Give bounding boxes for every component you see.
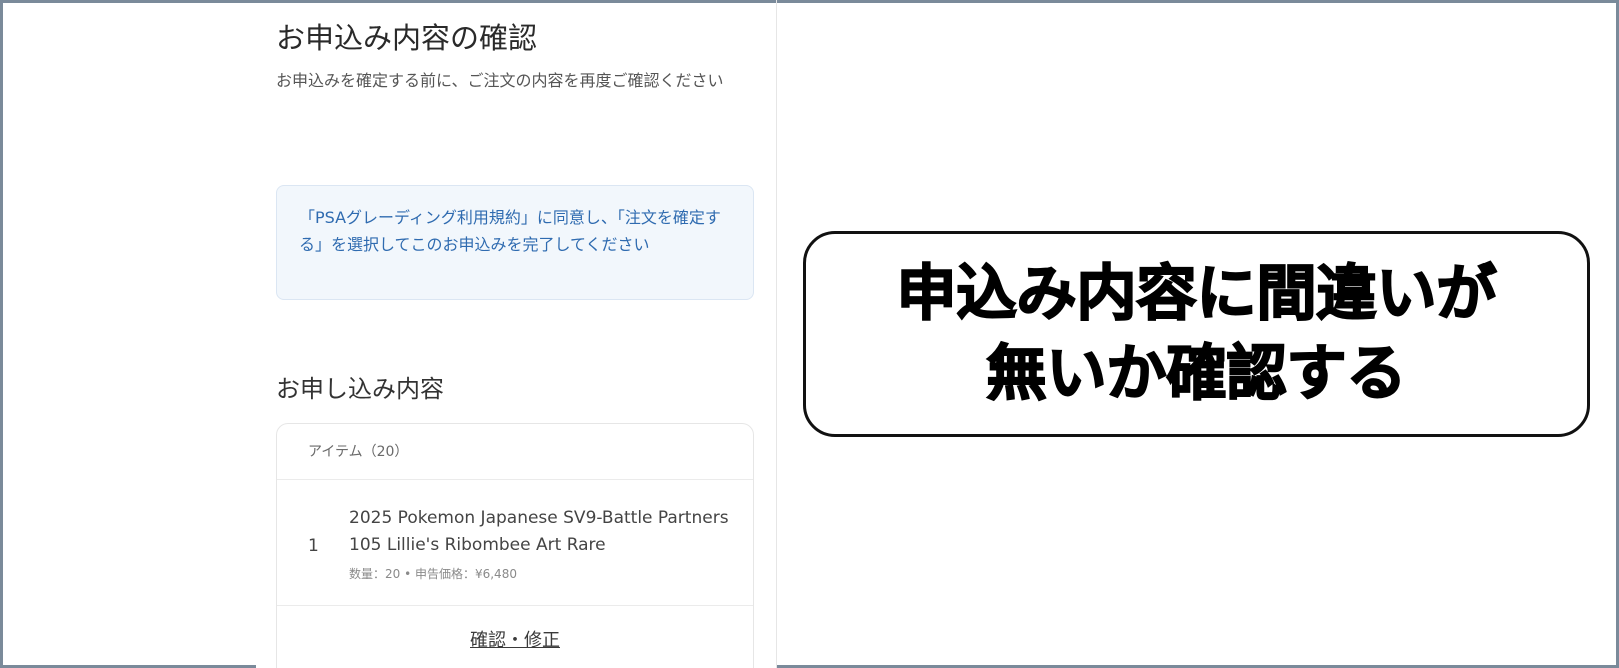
- items-header: アイテム（20）: [277, 424, 753, 480]
- item-index: 1: [308, 536, 319, 556]
- order-confirmation-panel: お申込み内容の確認 お申込みを確定する前に、ご注文の内容を再度ご確認ください 「…: [256, 3, 776, 668]
- item-name: 2025 Pokemon Japanese SV9-Battle Partner…: [349, 508, 729, 555]
- callout-line-1: 申込み内容に間違いが: [896, 258, 1498, 330]
- list-item: 1 2025 Pokemon Japanese SV9-Battle Partn…: [277, 480, 753, 606]
- annotation-callout: 申込み内容に間違いが 無いか確認する: [803, 231, 1590, 437]
- item-meta: 数量：20 • 申告価格：¥6,480: [349, 567, 517, 581]
- callout-line-2: 無いか確認する: [986, 338, 1408, 410]
- page-title: お申込み内容の確認: [276, 21, 538, 55]
- terms-notice-text: 「PSAグレーディング利用規約」に同意し、「注文を確定する」を選択してこのお申込…: [299, 208, 721, 254]
- order-items-card: アイテム（20） 1 2025 Pokemon Japanese SV9-Bat…: [276, 423, 754, 668]
- terms-notice-box: 「PSAグレーディング利用規約」に同意し、「注文を確定する」を選択してこのお申込…: [276, 185, 754, 300]
- review-edit-link[interactable]: 確認・修正: [277, 626, 753, 652]
- order-section-title: お申し込み内容: [276, 375, 444, 403]
- panel-divider: [776, 0, 777, 668]
- page-subtitle: お申込みを確定する前に、ご注文の内容を再度ご確認ください: [276, 71, 724, 90]
